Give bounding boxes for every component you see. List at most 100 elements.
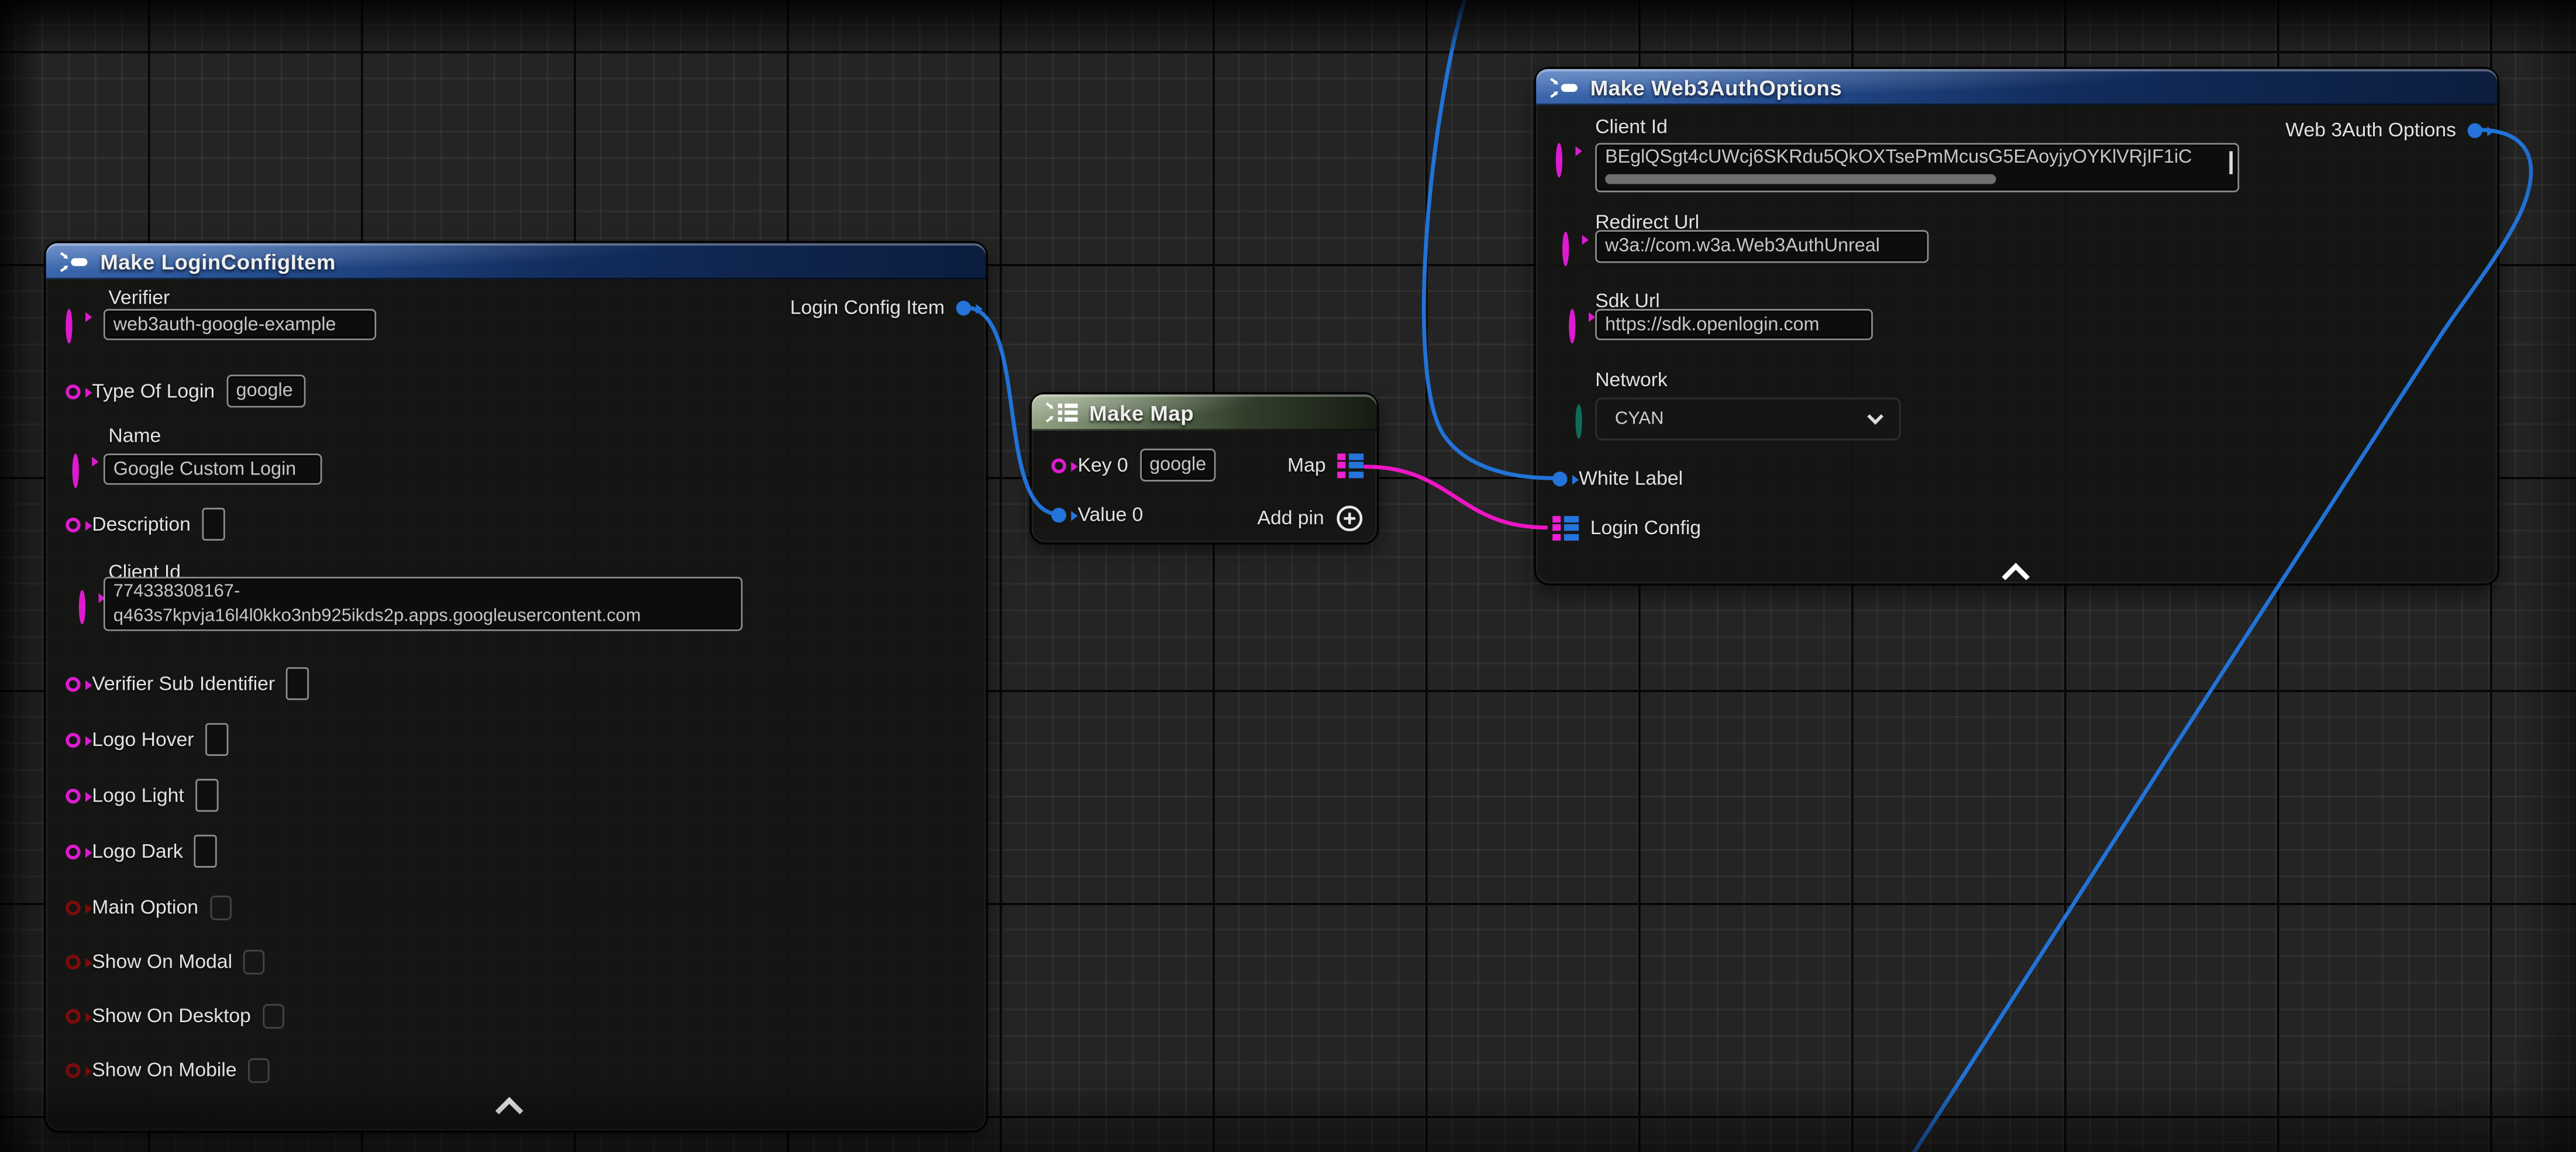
- make-struct-icon: [59, 250, 90, 272]
- node-make-web3authoptions[interactable]: Make Web3AuthOptions Web 3Auth Options C…: [1536, 69, 2497, 583]
- pin-row-logo-light: Logo Light: [66, 776, 218, 815]
- input-pin-value-0[interactable]: [1052, 507, 1066, 521]
- key-0-field[interactable]: google: [1139, 449, 1215, 482]
- pin-label-login-config: Login Config: [1590, 516, 1701, 539]
- client-id-field[interactable]: 774338308167-q463s7kpvja16l4l0kko3nb925i…: [104, 577, 743, 631]
- output-pin-web3auth-options[interactable]: [2468, 122, 2482, 137]
- network-dropdown[interactable]: CYAN: [1595, 398, 1900, 441]
- input-pin-client-id[interactable]: [1556, 143, 1562, 177]
- input-pin-show-on-desktop[interactable]: [66, 1008, 80, 1023]
- logo-hover-field[interactable]: [205, 723, 228, 756]
- pin-label-description: Description: [92, 513, 191, 535]
- pin-row-main-option: Main Option: [66, 888, 231, 927]
- node-header[interactable]: Make LoginConfigItem: [46, 243, 986, 280]
- pin-row-verifier-sub-identifier: Verifier Sub Identifier: [66, 664, 309, 703]
- node-title: Make Web3AuthOptions: [1590, 75, 1843, 99]
- pin-label-verifier: Verifier: [108, 286, 170, 309]
- pin-row-show-on-desktop: Show On Desktop: [66, 996, 284, 1035]
- node-make-loginconfigitem[interactable]: Make LoginConfigItem Login Config Item V…: [46, 243, 986, 1131]
- input-pin-network[interactable]: [1576, 404, 1582, 439]
- input-pin-show-on-mobile[interactable]: [66, 1062, 80, 1077]
- node-header[interactable]: Make Web3AuthOptions: [1536, 69, 2497, 105]
- field-horizontal-scrollbar[interactable]: [1605, 173, 1996, 184]
- blueprint-graph-editor[interactable]: Make LoginConfigItem Login Config Item V…: [0, 0, 2576, 1152]
- input-pin-verifier[interactable]: [66, 309, 72, 343]
- pin-row-login-config: Login Config: [1552, 508, 1701, 547]
- node-title: Make Map: [1089, 400, 1194, 425]
- input-pin-logo-light[interactable]: [66, 788, 80, 803]
- verifier-field[interactable]: web3auth-google-example: [104, 309, 376, 340]
- add-pin-plus-icon[interactable]: [1335, 504, 1363, 532]
- output-pin-label: Web 3Auth Options: [2285, 118, 2456, 141]
- output-pin-label: Login Config Item: [790, 296, 945, 319]
- pin-row-logo-hover: Logo Hover: [66, 720, 228, 759]
- logo-light-field[interactable]: [195, 779, 218, 811]
- pin-label-value-0: Value 0: [1077, 503, 1143, 525]
- verifier-sub-identifier-field[interactable]: [287, 667, 309, 700]
- output-pin-row: Login Config Item: [790, 288, 971, 327]
- text-cursor: [2230, 151, 2233, 174]
- output-pin-login-config-item[interactable]: [956, 300, 971, 315]
- pin-row-description: Description: [66, 504, 225, 544]
- pin-label-logo-hover: Logo Hover: [92, 728, 194, 751]
- pin-label-main-option: Main Option: [92, 896, 198, 919]
- pin-row-logo-dark: Logo Dark: [66, 831, 217, 871]
- collapse-node-chevron-icon[interactable]: [2006, 562, 2024, 580]
- chevron-down-icon: [1867, 408, 1883, 424]
- pin-label-network: Network: [1595, 368, 1668, 391]
- input-pin-type-of-login[interactable]: [66, 384, 80, 398]
- redirect-url-field[interactable]: w3a://com.w3a.Web3AuthUnreal: [1595, 230, 1928, 263]
- add-pin-label: Add pin: [1257, 506, 1324, 529]
- pin-label-verifier-sub-identifier: Verifier Sub Identifier: [92, 672, 275, 695]
- output-pin-row-map: Map: [1287, 445, 1363, 484]
- output-pin-row: Web 3Auth Options: [2285, 110, 2482, 149]
- input-pin-sdk-url[interactable]: [1569, 309, 1575, 343]
- pin-label-key-0: Key 0: [1077, 453, 1128, 476]
- pin-row-show-on-mobile: Show On Mobile: [66, 1050, 269, 1089]
- pin-label-logo-light: Logo Light: [92, 784, 184, 807]
- logo-dark-field[interactable]: [194, 835, 217, 868]
- show-on-modal-checkbox[interactable]: [244, 949, 266, 974]
- type-of-login-field[interactable]: google: [226, 374, 305, 407]
- pin-label-show-on-modal: Show On Modal: [92, 950, 232, 972]
- input-pin-show-on-modal[interactable]: [66, 954, 80, 968]
- input-pin-login-config-icon[interactable]: [1552, 515, 1579, 540]
- pin-row-show-on-modal: Show On Modal: [66, 941, 265, 981]
- pin-label-client-id: Client Id: [1595, 115, 1668, 138]
- output-pin-map-icon[interactable]: [1337, 453, 1363, 477]
- input-pin-logo-dark[interactable]: [66, 844, 80, 858]
- sdk-url-field[interactable]: https://sdk.openlogin.com: [1595, 309, 1873, 340]
- pin-row-white-label: White Label: [1552, 459, 1683, 498]
- main-option-checkbox[interactable]: [210, 895, 232, 919]
- pin-row-key-0: Key 0 google: [1052, 445, 1215, 484]
- input-pin-redirect-url[interactable]: [1562, 232, 1569, 266]
- input-pin-white-label[interactable]: [1552, 471, 1567, 486]
- input-pin-verifier-sub-identifier[interactable]: [66, 676, 80, 691]
- node-title: Make LoginConfigItem: [100, 249, 336, 274]
- node-header[interactable]: Make Map: [1032, 394, 1377, 431]
- make-struct-icon: [1549, 77, 1580, 98]
- add-pin-row: Add pin: [1257, 498, 1363, 537]
- input-pin-name[interactable]: [73, 453, 79, 488]
- input-pin-key-0[interactable]: [1052, 458, 1066, 472]
- network-dropdown-value: CYAN: [1615, 409, 1664, 429]
- make-map-icon: [1045, 401, 1079, 424]
- node-make-map[interactable]: Make Map Key 0 google Map Value 0 Add pi…: [1032, 394, 1377, 542]
- show-on-desktop-checkbox[interactable]: [263, 1003, 284, 1028]
- pin-row-type-of-login: Type Of Login google: [66, 372, 305, 411]
- pin-label-white-label: White Label: [1579, 467, 1683, 490]
- pin-label-show-on-mobile: Show On Mobile: [92, 1058, 236, 1081]
- input-pin-description[interactable]: [66, 517, 80, 531]
- show-on-mobile-checkbox[interactable]: [248, 1057, 270, 1082]
- input-pin-logo-hover[interactable]: [66, 732, 80, 747]
- pin-row-value-0: Value 0: [1052, 494, 1144, 534]
- client-id-field[interactable]: BEglQSgt4cUWcj6SKRdu5QkOXTsePmMcusG5EAoy…: [1595, 143, 2239, 192]
- pin-label-logo-dark: Logo Dark: [92, 840, 183, 862]
- input-pin-client-id[interactable]: [79, 590, 85, 624]
- description-field[interactable]: [202, 508, 225, 541]
- name-field[interactable]: Google Custom Login: [104, 453, 322, 484]
- input-pin-main-option[interactable]: [66, 900, 80, 914]
- output-pin-label-map: Map: [1287, 453, 1326, 476]
- pin-label-name: Name: [108, 424, 161, 447]
- collapse-node-chevron-icon[interactable]: [500, 1096, 518, 1114]
